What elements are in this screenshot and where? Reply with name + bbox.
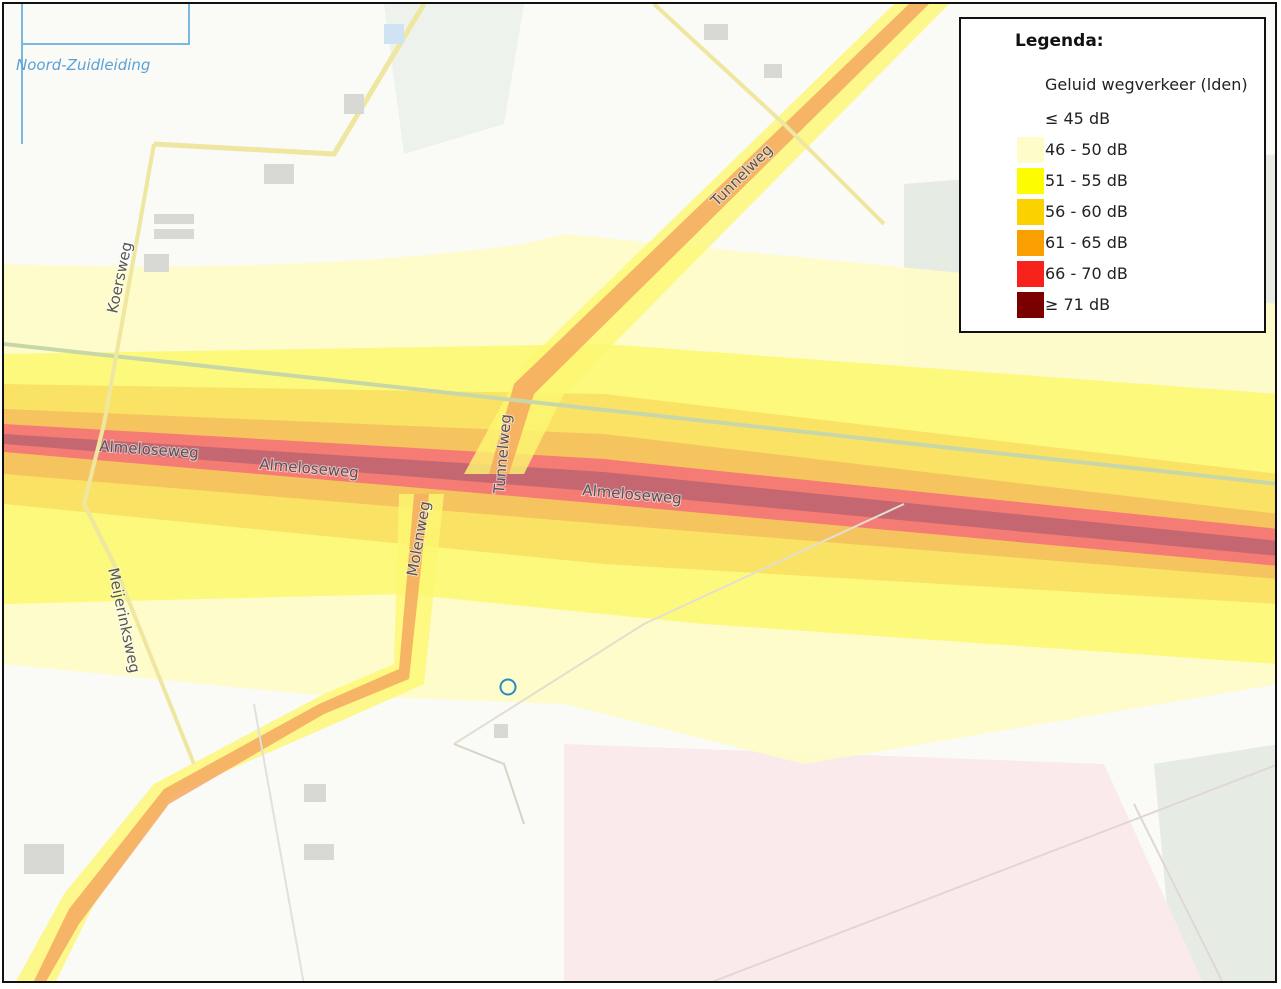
legend-swatch [1017, 168, 1044, 194]
legend-label: 61 - 65 dB [1045, 233, 1128, 252]
legend-swatch [1017, 230, 1044, 256]
legend-swatch [1017, 261, 1044, 287]
map-legend: Legenda: Geluid wegverkeer (lden) ≤ 45 d… [959, 17, 1266, 333]
legend-swatch [1017, 106, 1044, 132]
water-label: Noord-Zuidleiding [16, 56, 150, 74]
legend-swatch [1017, 292, 1044, 318]
legend-title: Legenda: [1015, 31, 1104, 51]
map-view[interactable]: Noord-Zuidleiding Almeloseweg Almelosewe… [2, 2, 1277, 983]
legend-label: ≥ 71 dB [1045, 295, 1111, 314]
legend-item: 66 - 70 dB [1017, 261, 1257, 287]
pink-area [564, 744, 1203, 981]
legend-swatch [1017, 199, 1044, 225]
legend-item: ≥ 71 dB [1017, 292, 1257, 318]
legend-label: 56 - 60 dB [1045, 202, 1128, 221]
legend-item: 46 - 50 dB [1017, 137, 1257, 163]
legend-item: ≤ 45 dB [1017, 106, 1257, 132]
legend-item: 61 - 65 dB [1017, 230, 1257, 256]
legend-label: 66 - 70 dB [1045, 264, 1128, 283]
legend-item: 51 - 55 dB [1017, 168, 1257, 194]
legend-label: ≤ 45 dB [1045, 109, 1111, 128]
legend-label: 46 - 50 dB [1045, 140, 1128, 159]
legend-item: 56 - 60 dB [1017, 199, 1257, 225]
legend-label: 51 - 55 dB [1045, 171, 1128, 190]
legend-swatch [1017, 137, 1044, 163]
legend-subtitle: Geluid wegverkeer (lden) [1045, 75, 1248, 94]
